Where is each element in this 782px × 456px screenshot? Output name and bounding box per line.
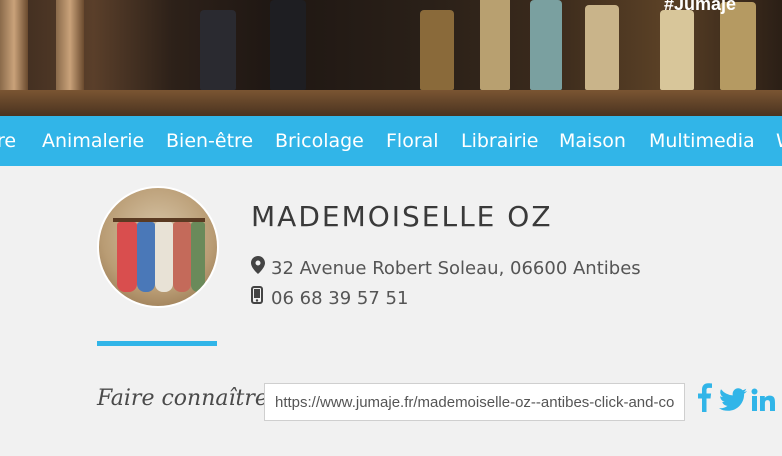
bottle bbox=[660, 10, 694, 90]
nav-item-floral[interactable]: Floral bbox=[386, 116, 439, 166]
shop-name: MADEMOISELLE OZ bbox=[251, 200, 553, 233]
nav-item-animalerie[interactable]: Animalerie bbox=[42, 116, 144, 166]
shop-phone[interactable]: 06 68 39 57 51 bbox=[271, 288, 408, 309]
linkedin-icon[interactable] bbox=[751, 382, 775, 416]
bottle bbox=[420, 10, 454, 90]
address-row: 32 Avenue Robert Soleau, 06600 Antibes bbox=[251, 256, 641, 279]
phone-row: 06 68 39 57 51 bbox=[251, 286, 408, 309]
garment bbox=[173, 222, 191, 292]
shop-avatar bbox=[97, 186, 219, 308]
hero-banner: #Jumaje bbox=[0, 0, 782, 116]
garment bbox=[137, 222, 155, 292]
bottle bbox=[270, 0, 306, 90]
nav-item-bricolage[interactable]: Bricolage bbox=[275, 116, 364, 166]
share-label: Faire connaître : bbox=[97, 386, 283, 411]
nav-item-maison[interactable]: Maison bbox=[559, 116, 626, 166]
shop-address: 32 Avenue Robert Soleau, 06600 Antibes bbox=[271, 258, 641, 279]
garment bbox=[155, 222, 173, 292]
bottle bbox=[480, 0, 510, 90]
map-marker-icon bbox=[251, 256, 267, 279]
facebook-icon[interactable] bbox=[696, 382, 712, 416]
bottle bbox=[720, 2, 756, 90]
nav-item-librairie[interactable]: Librairie bbox=[461, 116, 538, 166]
hero-hashtag[interactable]: #Jumaje bbox=[664, 0, 736, 15]
twitter-icon[interactable] bbox=[719, 382, 747, 416]
bottle bbox=[585, 5, 619, 90]
nav-item-bien-etre[interactable]: Bien-être bbox=[166, 116, 253, 166]
mobile-phone-icon bbox=[251, 286, 267, 309]
bottle bbox=[200, 10, 236, 90]
nav-item-previous[interactable]: re bbox=[0, 116, 16, 166]
garment bbox=[117, 222, 137, 292]
share-url-input[interactable] bbox=[264, 383, 685, 421]
garment bbox=[191, 222, 205, 292]
shelf bbox=[0, 90, 782, 116]
bottle bbox=[530, 0, 562, 90]
category-nav: re Animalerie Bien-être Bricolage Floral… bbox=[0, 116, 782, 166]
avatar-underline bbox=[97, 341, 217, 346]
nav-item-multimedia[interactable]: Multimedia bbox=[649, 116, 755, 166]
nav-item-next[interactable]: W bbox=[776, 116, 782, 166]
